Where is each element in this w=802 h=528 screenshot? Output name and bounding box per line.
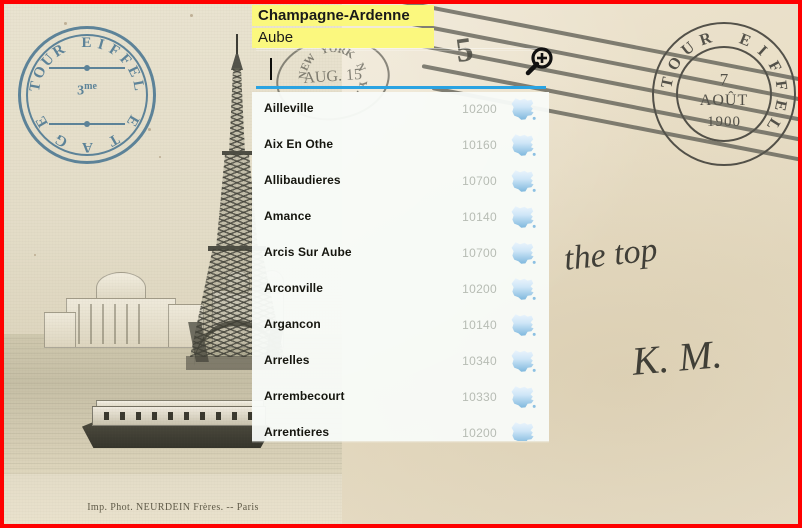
handwriting-line-2: K. M. bbox=[630, 331, 724, 384]
paper-speck bbox=[34, 254, 36, 256]
france-map-icon bbox=[509, 168, 537, 194]
list-item[interactable]: Aix En Othe 10160 bbox=[252, 128, 549, 164]
list-panel-bottom-edge bbox=[252, 441, 549, 443]
app-window: Imp. Phot. NEURDEIN Frères. -- Paris TOU… bbox=[0, 0, 802, 528]
stamp-tour-eiffel-blue: TOUR EIFFELETAGE 3me bbox=[18, 26, 156, 164]
france-map-icon bbox=[509, 384, 537, 410]
france-map-icon bbox=[509, 240, 537, 266]
commune-name: Amance bbox=[264, 209, 312, 223]
search-box[interactable] bbox=[256, 47, 553, 89]
list-item[interactable]: Arrembecourt 10330 bbox=[252, 380, 549, 416]
list-item[interactable]: Arconville 10200 bbox=[252, 272, 549, 308]
list-item[interactable]: Amance 10140 bbox=[252, 200, 549, 236]
postal-code: 10700 bbox=[462, 246, 497, 260]
commune-name: Arcis Sur Aube bbox=[264, 245, 352, 259]
commune-name: Allibaudieres bbox=[264, 173, 341, 187]
stamp-floor-suffix: me bbox=[84, 81, 97, 92]
search-input[interactable] bbox=[268, 54, 512, 84]
commune-name: Arrentieres bbox=[264, 425, 330, 439]
postal-code: 10340 bbox=[462, 354, 497, 368]
postal-code: 10160 bbox=[462, 138, 497, 152]
commune-name: Argancon bbox=[264, 317, 321, 331]
department-label: Aube bbox=[252, 28, 434, 48]
list-item[interactable]: Arrentieres 10200 bbox=[252, 416, 549, 441]
france-map-icon bbox=[509, 420, 537, 441]
postal-code: 10140 bbox=[462, 318, 497, 332]
list-item[interactable]: Ailleville 10200 bbox=[252, 92, 549, 128]
france-map-icon bbox=[509, 348, 537, 374]
commune-name: Arconville bbox=[264, 281, 324, 295]
commune-name: Arrembecourt bbox=[264, 389, 345, 403]
paper-speck bbox=[190, 14, 193, 17]
france-map-icon bbox=[509, 312, 537, 338]
france-map-icon bbox=[509, 276, 537, 302]
france-map-icon bbox=[509, 132, 537, 158]
magnifier-plus-icon[interactable] bbox=[520, 46, 554, 80]
region-label: Champagne-Ardenne bbox=[252, 5, 434, 26]
commune-name: Aix En Othe bbox=[264, 137, 334, 151]
list-item[interactable]: Arrelles 10340 bbox=[252, 344, 549, 380]
paper-speck bbox=[64, 22, 67, 25]
stamp-divider bbox=[49, 121, 125, 127]
stamp-divider bbox=[49, 65, 125, 71]
commune-name: Arrelles bbox=[264, 353, 310, 367]
list-item[interactable]: Arcis Sur Aube 10700 bbox=[252, 236, 549, 272]
text-caret bbox=[270, 58, 272, 80]
france-map-icon bbox=[509, 204, 537, 230]
postal-code: 10330 bbox=[462, 390, 497, 404]
commune-name: Ailleville bbox=[264, 101, 314, 115]
paper-speck bbox=[159, 156, 161, 158]
postal-code: 10700 bbox=[462, 174, 497, 188]
stamp-center-text: 3me bbox=[21, 81, 153, 100]
postal-code: 10200 bbox=[462, 426, 497, 440]
list-item[interactable]: Allibaudieres 10700 bbox=[252, 164, 549, 200]
postal-code: 10200 bbox=[462, 102, 497, 116]
list-item[interactable]: Argancon 10140 bbox=[252, 308, 549, 344]
france-map-icon bbox=[509, 96, 537, 122]
commune-list[interactable]: Ailleville 10200 Aix En Othe 10160 Allibaudi… bbox=[252, 92, 549, 441]
postal-code: 10200 bbox=[462, 282, 497, 296]
postal-code: 10140 bbox=[462, 210, 497, 224]
